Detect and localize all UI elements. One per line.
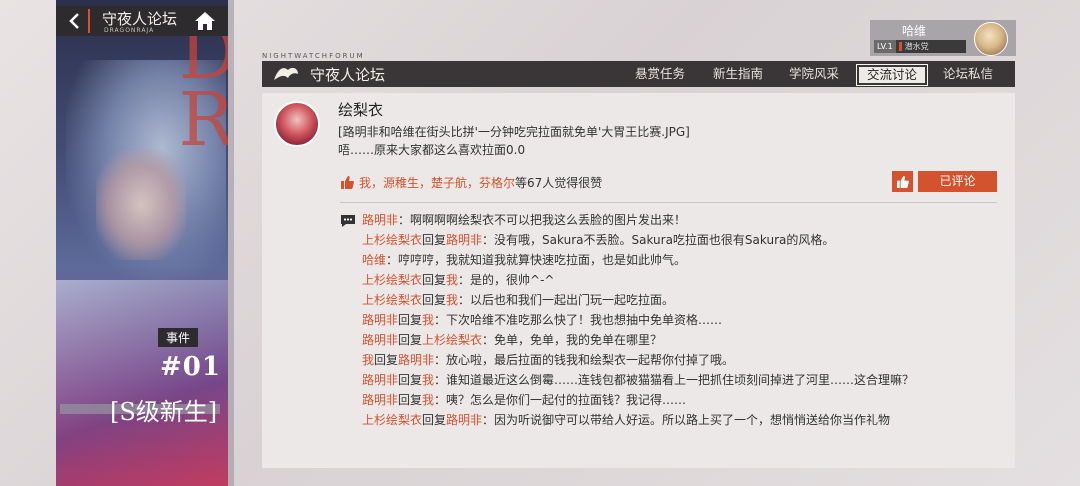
home-icon: [195, 12, 215, 30]
comment-item[interactable]: 哈维：哼哼哼，我就知道我就算快速吃拉面，也是如此帅气。: [362, 250, 922, 270]
comment-list: 路明非：啊啊啊啊绘梨衣不可以把我这么丢脸的图片发出来！ 上杉绘梨衣回复路明非：没有…: [362, 210, 922, 430]
comment-to: 我: [446, 293, 459, 307]
user-name: 哈维: [901, 24, 926, 38]
user-faction-marker: [898, 42, 902, 51]
comment-item[interactable]: 路明非：啊啊啊啊绘梨衣不可以把我这么丢脸的图片发出来！: [362, 210, 922, 230]
comment-text: ：啊啊啊啊绘梨衣不可以把我这么丢脸的图片发出来！: [398, 213, 687, 227]
comment-to: 路明非: [446, 413, 483, 427]
home-button[interactable]: [190, 8, 220, 34]
comment-from: 上杉绘梨衣: [362, 293, 423, 307]
event-title: [S级新生]: [110, 398, 218, 426]
event-badge: 事件: [158, 328, 199, 347]
comment-item[interactable]: 上杉绘梨衣回复我：是的，很帅^-^: [362, 270, 922, 290]
comment-text: ：没有哦，Sakura不丢脸。Sakura吃拉面也很有Sakura的风格。: [482, 233, 835, 247]
comment-item[interactable]: 路明非回复我：下次哈维不准吃那么快了！我也想抽中免单资格……: [362, 310, 922, 330]
comment-reply-word: 回复: [422, 413, 447, 427]
user-level: LV.1: [874, 40, 896, 53]
tab-discussion[interactable]: 交流讨论: [856, 64, 928, 86]
tab-private-messages[interactable]: 论坛私信: [936, 64, 1000, 84]
header-title: 守夜人论坛: [102, 10, 178, 28]
comment-from: 哈维: [362, 253, 387, 267]
forum-logo-icon: [270, 63, 302, 85]
comment-to: 上杉绘梨衣: [422, 333, 483, 347]
forum-english-label: NIGHTWATCHFORUM: [262, 52, 365, 60]
comment-item[interactable]: 上杉绘梨衣回复我：以后也和我们一起出门玩一起吃拉面。: [362, 290, 922, 310]
comment-reply-word: 回复: [398, 393, 423, 407]
post-author: 绘梨衣: [338, 101, 384, 119]
forum-bar-title: 守夜人论坛: [310, 66, 386, 84]
comment-to: 我: [422, 313, 435, 327]
divider: [340, 202, 997, 203]
comment-text: ：是的，很帅^-^: [458, 273, 555, 287]
comment-bubble-icon: [340, 213, 356, 227]
comment-text: ：咦？怎么是你们一起付的拉面钱？我记得……: [434, 393, 687, 407]
comment-reply-word: 回复: [422, 233, 447, 247]
post-card: 绘梨衣 [路明非和哈维在街头比拼'一分钟吃完拉面就免单'大胃王比赛.JPG] 唔…: [262, 93, 1015, 468]
comment-text: ：放心啦，最后拉面的钱我和绘梨衣一起帮你付掉了哦。: [434, 353, 735, 367]
comment-reply-word: 回复: [398, 333, 423, 347]
comment-item[interactable]: 上杉绘梨衣回复路明非：因为听说御守可以带给人好运。所以路上买了一个，想悄悄送给你…: [362, 410, 922, 430]
comment-from: 路明非: [362, 213, 399, 227]
likes-names: 我，源稚生，楚子航，芬格尔: [359, 176, 516, 190]
comment-text: ：免单，免单，我的免单在哪里？: [482, 333, 663, 347]
decorative-dr-letters: DR: [178, 10, 228, 163]
comment-text: ：谁知道最近这么倒霉……连钱包都被猫猫看上一把抓住顷刻间掉进了河里……这合理嘛？: [434, 373, 915, 387]
avatar[interactable]: [974, 22, 1008, 56]
event-number: #01: [160, 352, 221, 382]
likes-summary: 我，源稚生，楚子航，芬格尔 等67人觉得很赞: [340, 174, 602, 191]
character-art-robe: [56, 280, 228, 486]
comment-reply-word: 回复: [398, 373, 423, 387]
comment-item[interactable]: 路明非回复我：谁知道最近这么倒霉……连钱包都被猫猫看上一把抓住顷刻间掉进了河里……: [362, 370, 922, 390]
comment-text: ：下次哈维不准吃那么快了！我也想抽中免单资格……: [434, 313, 723, 327]
tab-academy-style[interactable]: 学院风采: [782, 64, 846, 84]
comment-item[interactable]: 路明非回复上杉绘梨衣：免单，免单，我的免单在哪里？: [362, 330, 922, 350]
commented-button[interactable]: 已评论: [918, 171, 997, 192]
thumbs-up-icon: [341, 176, 354, 189]
header-subtitle: DRAGONRAJA: [104, 27, 155, 34]
comment-reply-word: 回复: [398, 313, 423, 327]
post-author-avatar[interactable]: [274, 101, 320, 147]
character-art-face: [96, 150, 186, 260]
comment-from: 我: [362, 353, 375, 367]
comment-reply-word: 回复: [422, 293, 447, 307]
forum-tab-bar: 守夜人论坛 悬赏任务 新生指南 学院风采 交流讨论 论坛私信: [262, 61, 1015, 87]
comment-from: 上杉绘梨衣: [362, 233, 423, 247]
comment-from: 上杉绘梨衣: [362, 413, 423, 427]
comment-item[interactable]: 路明非回复我：咦？怎么是你们一起付的拉面钱？我记得……: [362, 390, 922, 410]
comment-to: 我: [422, 373, 435, 387]
chevron-left-icon: [69, 13, 79, 29]
comment-to: 路明非: [446, 233, 483, 247]
comment-from: 路明非: [362, 373, 399, 387]
user-level-bar: LV.1 潜水党: [874, 40, 966, 53]
comment-from: 路明非: [362, 313, 399, 327]
comment-item[interactable]: 上杉绘梨衣回复路明非：没有哦，Sakura不丢脸。Sakura吃拉面也很有Sak…: [362, 230, 922, 250]
like-button[interactable]: [892, 171, 913, 192]
comment-to: 路明非: [398, 353, 435, 367]
tab-freshman-guide[interactable]: 新生指南: [706, 64, 770, 84]
user-profile-badge[interactable]: 哈维 LV.1 潜水党: [870, 20, 1016, 56]
comment-to: 我: [446, 273, 459, 287]
back-button[interactable]: [62, 9, 90, 33]
comment-reply-word: 回复: [374, 353, 399, 367]
post-text-line2: 唔……原来大家都这么喜欢拉面0.0: [338, 143, 526, 157]
comment-to: 我: [422, 393, 435, 407]
comment-text: ：因为听说御守可以带给人好运。所以路上买了一个，想悄悄送给你当作礼物: [482, 413, 891, 427]
comment-reply-word: 回复: [422, 273, 447, 287]
comment-from: 上杉绘梨衣: [362, 273, 423, 287]
thumbs-up-icon: [896, 175, 909, 188]
comment-text: ：哼哼哼，我就知道我就算快速吃拉面，也是如此帅气。: [386, 253, 687, 267]
user-faction: 潜水党: [904, 42, 929, 51]
post-text-line1: [路明非和哈维在街头比拼'一分钟吃完拉面就免单'大胃王比赛.JPG]: [338, 125, 690, 139]
comment-from: 路明非: [362, 393, 399, 407]
comment-from: 路明非: [362, 333, 399, 347]
tab-bounty-tasks[interactable]: 悬赏任务: [628, 64, 692, 84]
panel-divider: [228, 0, 234, 486]
likes-count-text: 等67人觉得很赞: [515, 176, 603, 190]
comment-text: ：以后也和我们一起出门玩一起吃拉面。: [458, 293, 675, 307]
comment-item[interactable]: 我回复路明非：放心啦，最后拉面的钱我和绘梨衣一起帮你付掉了哦。: [362, 350, 922, 370]
